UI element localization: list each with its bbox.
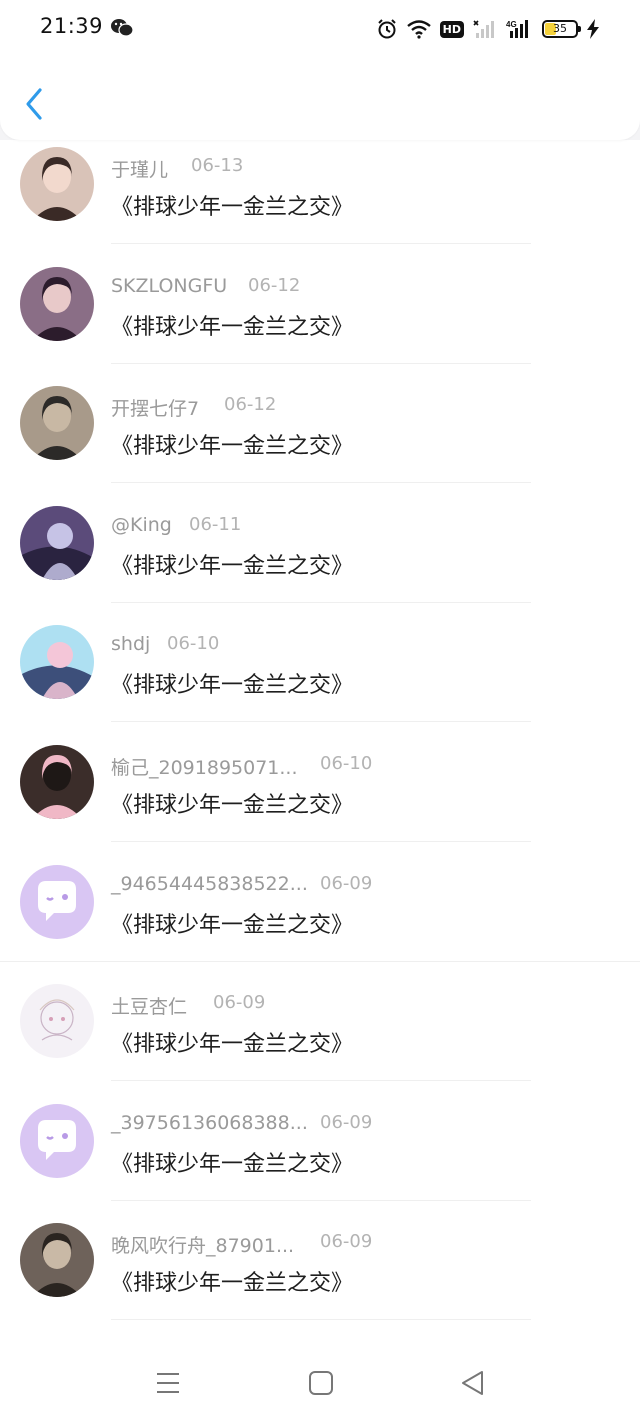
comment-date: 06-12 [248, 275, 301, 296]
username[interactable]: _39756136068388... [111, 1112, 308, 1134]
chevron-left-icon [26, 88, 42, 120]
divider [111, 721, 531, 722]
comment-meta: shdj 06-10 [111, 633, 219, 655]
comment-meta: _39756136068388... 06-09 [111, 1112, 372, 1134]
signal-icon [473, 20, 494, 38]
comment-text: 《排球少年一金兰之交》 [111, 434, 354, 459]
comment-text: 《排球少年一金兰之交》 [111, 315, 354, 340]
comment-date: 06-12 [224, 394, 277, 415]
charging-icon [587, 19, 599, 39]
comment-text: 《排球少年一金兰之交》 [111, 1032, 354, 1057]
comment-meta: _94654445838522... 06-09 [111, 873, 372, 895]
username[interactable]: 于瑾儿 [111, 159, 168, 181]
username[interactable]: _94654445838522... [111, 873, 308, 895]
wechat-icon [111, 19, 134, 37]
avatar[interactable] [20, 865, 94, 939]
comment-text: 《排球少年一金兰之交》 [111, 1271, 354, 1296]
comment-text: 《排球少年一金兰之交》 [111, 1152, 354, 1177]
avatar[interactable] [20, 506, 94, 580]
comment-date: 06-09 [320, 873, 373, 894]
list-item[interactable]: 开摆七仔7 06-12 《排球少年一金兰之交》 [0, 386, 640, 506]
divider [111, 1080, 531, 1081]
home-icon[interactable] [306, 1368, 336, 1398]
comment-text: 《排球少年一金兰之交》 [111, 673, 354, 698]
hd-badge: HD [439, 20, 464, 38]
comment-date: 06-09 [320, 1112, 373, 1133]
navigation-bar [0, 1342, 640, 1422]
list-item[interactable]: 榆己_2091895071... 06-10 《排球少年一金兰之交》 [0, 745, 640, 865]
comment-text: 《排球少年一金兰之交》 [111, 195, 354, 220]
comment-meta: @King 06-11 [111, 514, 241, 536]
divider [111, 243, 531, 244]
divider [111, 841, 531, 842]
divider [111, 602, 531, 603]
username[interactable]: @King [111, 514, 172, 536]
username[interactable]: 土豆杏仁 [111, 996, 187, 1018]
back-icon[interactable] [458, 1368, 488, 1398]
username[interactable]: shdj [111, 633, 150, 655]
divider [0, 961, 640, 962]
alarm-icon [377, 19, 396, 39]
avatar[interactable] [20, 1104, 94, 1178]
comment-date: 06-09 [213, 992, 266, 1013]
comment-list[interactable]: 于瑾儿 06-13 《排球少年一金兰之交》 SKZLONGFU 06-12 《排球少年一金… [0, 140, 640, 1342]
avatar[interactable] [20, 984, 94, 1058]
divider [111, 363, 531, 364]
list-item[interactable]: @King 06-11 《排球少年一金兰之交》 [0, 506, 640, 626]
comment-text: 《排球少年一金兰之交》 [111, 913, 354, 938]
back-button[interactable] [20, 84, 50, 124]
list-item[interactable]: SKZLONGFU 06-12 《排球少年一金兰之交》 [0, 267, 640, 387]
comment-meta: 晚风吹行舟_87901... 06-09 [111, 1231, 372, 1258]
comment-date: 06-13 [191, 155, 244, 176]
comment-meta: 榆己_2091895071... 06-10 [111, 753, 372, 780]
status-bar: 21:39 HD 4G 35 [0, 0, 640, 56]
list-item[interactable]: _39756136068388... 06-09 《排球少年一金兰之交》 [0, 1104, 640, 1224]
divider [111, 1319, 531, 1320]
svg-text:4G: 4G [506, 20, 517, 29]
list-item[interactable]: shdj 06-10 《排球少年一金兰之交》 [0, 625, 640, 745]
list-item[interactable]: 晚风吹行舟_87901... 06-09 《排球少年一金兰之交》 [0, 1223, 640, 1342]
avatar[interactable] [20, 745, 94, 819]
comment-text: 《排球少年一金兰之交》 [111, 554, 354, 579]
avatar[interactable] [20, 147, 94, 221]
comment-date: 06-09 [320, 1231, 373, 1252]
avatar[interactable] [20, 267, 94, 341]
comment-date: 06-11 [189, 514, 242, 535]
comment-meta: 于瑾儿 06-13 [111, 155, 243, 182]
battery-level: 35 [553, 22, 567, 35]
comment-meta: 土豆杏仁 06-09 [111, 992, 265, 1019]
divider [111, 482, 531, 483]
avatar[interactable] [20, 625, 94, 699]
header: 21:39 HD 4G 35 [0, 0, 640, 140]
comment-meta: 开摆七仔7 06-12 [111, 394, 276, 421]
username[interactable]: 榆己_2091895071... [111, 757, 298, 779]
username[interactable]: 晚风吹行舟_87901... [111, 1235, 294, 1257]
menu-icon[interactable] [153, 1368, 183, 1398]
comment-date: 06-10 [320, 753, 373, 774]
divider [111, 1200, 531, 1201]
username[interactable]: SKZLONGFU [111, 275, 227, 297]
avatar[interactable] [20, 1223, 94, 1297]
avatar[interactable] [20, 386, 94, 460]
comment-date: 06-10 [167, 633, 220, 654]
status-icons: HD 4G 35 [376, 16, 600, 42]
list-item[interactable]: 土豆杏仁 06-09 《排球少年一金兰之交》 [0, 984, 640, 1104]
wifi-icon [406, 20, 431, 39]
comment-text: 《排球少年一金兰之交》 [111, 793, 354, 818]
username[interactable]: 开摆七仔7 [111, 398, 199, 420]
status-time: 21:39 [40, 14, 104, 38]
list-item[interactable]: 于瑾儿 06-13 《排球少年一金兰之交》 [0, 147, 640, 267]
battery-icon: 35 [542, 20, 581, 38]
signal-icon: 4G [506, 20, 528, 38]
comment-meta: SKZLONGFU 06-12 [111, 275, 300, 297]
list-item[interactable]: _94654445838522... 06-09 《排球少年一金兰之交》 [0, 865, 640, 985]
